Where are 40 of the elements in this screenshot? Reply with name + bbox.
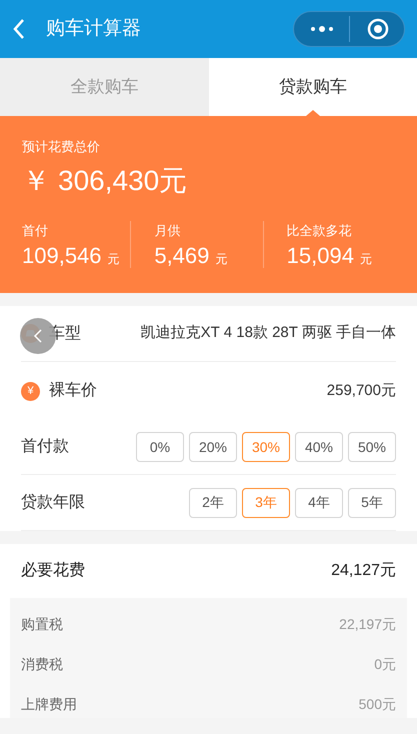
stat-value: 5,469: [154, 244, 210, 266]
currency-symbol: ￥: [22, 167, 50, 195]
down-payment-label: 首付款: [21, 437, 69, 457]
stat-unit: 元: [108, 250, 120, 268]
car-model[interactable]: 凯迪拉克XT 4 18款 28T 两驱 手自一体: [140, 322, 396, 345]
option-button[interactable]: 40%: [295, 432, 343, 462]
fee-label: 上牌费用: [21, 694, 77, 714]
fees-total: 24,127元: [331, 561, 396, 581]
option-button[interactable]: 2年: [189, 488, 237, 518]
price-label: 裸车价: [49, 380, 97, 401]
page-title: 购车计算器: [46, 16, 141, 41]
option-button[interactable]: 0%: [136, 432, 184, 462]
option-button[interactable]: 50%: [348, 432, 396, 462]
option-button[interactable]: 4年: [295, 488, 343, 518]
stat-unit: 元: [360, 250, 372, 268]
tab[interactable]: 贷款购车: [208, 58, 417, 116]
loan-term-label: 贷款年限: [21, 492, 85, 512]
fees-label: 必要花费: [21, 560, 85, 581]
car-label: 车型: [49, 324, 81, 344]
price-icon: ¥: [21, 382, 40, 400]
close-icon[interactable]: [367, 18, 389, 40]
stat-unit: 元: [215, 250, 228, 268]
fee-label: 消费税: [21, 654, 63, 674]
stat-label: 月供: [154, 222, 182, 240]
fee-value: 22,197元: [339, 614, 396, 634]
option-button[interactable]: 5年: [348, 488, 396, 518]
option-button[interactable]: 20%: [189, 432, 237, 462]
price-value: 259,700元: [326, 380, 396, 401]
stat-label: 比全款多花: [286, 222, 353, 240]
stat-value: 109,546: [22, 244, 102, 266]
back-icon: [33, 328, 43, 344]
stat-value: 15,094: [286, 244, 354, 266]
summary-label: 预计花费总价: [22, 140, 101, 153]
stat-label: 首付: [22, 222, 49, 240]
more-icon[interactable]: [310, 25, 334, 33]
fee-label: 购置税: [21, 614, 63, 634]
fee-value: 500元: [358, 694, 396, 714]
back-icon[interactable]: [12, 18, 26, 40]
total-price: 306,430元: [58, 167, 188, 195]
fee-value: 0元: [374, 654, 396, 674]
